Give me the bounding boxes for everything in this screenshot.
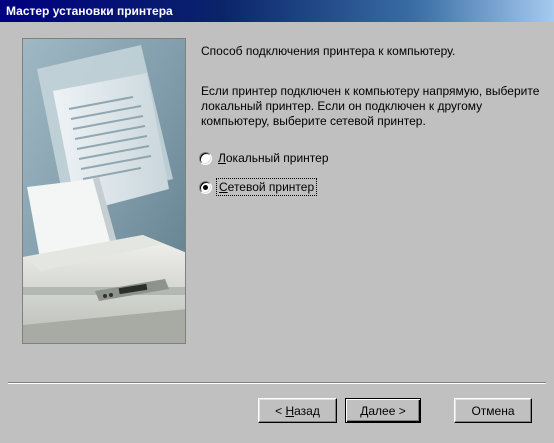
network-printer-label-rest: етевой принтер	[227, 180, 315, 194]
button-separator	[8, 382, 546, 384]
printer-illustration-icon	[23, 39, 185, 343]
back-button[interactable]: < Назад	[258, 398, 337, 423]
wizard-description: Если принтер подключен к компьютеру напр…	[201, 84, 540, 128]
network-printer-label[interactable]: Сетевой принтер	[215, 178, 318, 196]
cancel-button[interactable]: Отмена	[454, 398, 532, 423]
network-printer-mnemonic: С	[219, 180, 228, 194]
radio-selected-dot-icon	[203, 184, 208, 190]
next-button[interactable]: Далее >	[345, 398, 421, 423]
wizard-window: Мастер установки принтера Способ подключ…	[0, 0, 554, 443]
local-printer-label[interactable]: Локальный принтер	[218, 151, 329, 165]
network-printer-radio[interactable]	[199, 180, 212, 194]
local-printer-option[interactable]: Локальный принтер	[199, 150, 329, 166]
printer-illustration	[22, 38, 186, 344]
back-prefix: <	[275, 403, 286, 418]
window-title[interactable]: Мастер установки принтера	[0, 0, 554, 22]
back-mnemonic: Н	[285, 403, 295, 418]
network-printer-option[interactable]: Сетевой принтер	[199, 178, 318, 196]
local-printer-label-rest: окальный принтер	[225, 151, 329, 165]
local-printer-mnemonic: Л	[218, 151, 226, 165]
wizard-heading: Способ подключения принтера к компьютеру…	[201, 44, 456, 58]
back-label-rest: азад	[294, 403, 320, 418]
local-printer-radio[interactable]	[199, 151, 212, 165]
